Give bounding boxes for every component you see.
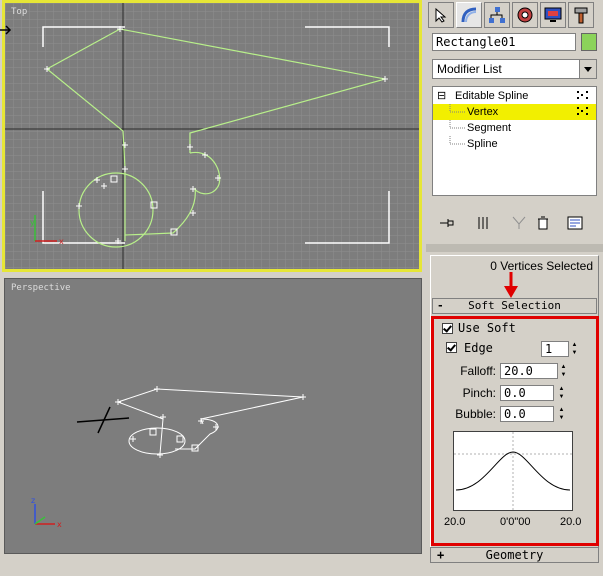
chevron-down-icon[interactable] [579,60,596,78]
viewport-perspective[interactable]: z x Perspective [4,278,422,554]
svg-text:x: x [59,237,64,246]
pinch-spinner[interactable]: ▲ ▼ [557,385,566,401]
falloff-field[interactable]: 20.0 [500,363,558,379]
tab-hierarchy[interactable] [484,2,510,28]
make-unique-button[interactable] [508,212,530,234]
spinner-down-icon[interactable]: ▼ [559,371,568,379]
viewport-label-perspective[interactable]: Perspective [11,283,71,293]
tree-branch-icon [449,136,465,145]
stack-item-vertex[interactable]: Vertex [433,104,596,120]
stack-item-editable-spline[interactable]: ⊟ Editable Spline [433,88,596,104]
subobject-dots-icon [577,91,588,99]
modifier-list-label: Modifier List [437,62,502,76]
pinch-label: Pinch: [462,386,496,400]
remove-modifier-button[interactable] [532,212,554,234]
top-viewport-canvas[interactable]: y x [5,3,419,269]
stack-item-segment[interactable]: Segment [433,120,596,136]
stack-item-label: Segment [467,122,512,134]
spinner-down-icon[interactable]: ▼ [557,414,566,422]
motion-wheel-icon [517,7,533,23]
spinner-up-icon[interactable]: ▲ [557,406,566,414]
object-color-swatch[interactable] [581,33,597,51]
collapse-rollout-icon[interactable]: - [437,299,444,313]
configure-modifier-sets-button[interactable] [564,212,586,234]
svg-text:z: z [31,496,35,505]
expand-rollout-icon[interactable]: + [437,548,444,562]
curve-right-label: 20.0 [560,516,582,528]
bubble-field[interactable]: 0.0 [500,406,554,422]
curve-center-label: 0'0"00 [500,516,531,528]
stack-item-label: Spline [467,138,498,150]
viewport-label-top[interactable]: Top [11,7,27,17]
modify-arc-icon [461,7,477,23]
use-soft-checkbox[interactable] [442,323,453,334]
pin-stack-button[interactable] [436,212,458,234]
show-end-result-button[interactable] [472,212,494,234]
object-name-field[interactable]: Rectangle01 [432,33,576,51]
perspective-viewport-canvas[interactable]: z x [5,279,421,553]
stack-item-spline[interactable]: Spline [433,136,596,152]
tree-branch-icon [449,104,465,113]
panel-divider [426,244,603,252]
tree-branch-icon [449,120,465,129]
end-result-icon [478,217,488,229]
falloff-label: Falloff: [460,364,496,378]
modifier-list-dropdown[interactable]: Modifier List [432,59,597,79]
geometry-rollout-header[interactable]: + Geometry [430,547,599,563]
stack-toolbar [432,212,597,234]
soft-selection-title: Soft Selection [468,299,561,312]
soft-selection-rollout-header[interactable]: - Soft Selection [432,298,597,314]
display-monitor-icon [544,7,562,22]
pinch-field[interactable]: 0.0 [500,385,554,401]
modifier-stack: ⊟ Editable Spline Vertex Segment Spline [432,86,597,196]
selection-status-text: 0 Vertices Selected [490,259,593,273]
utilities-hammer-icon [574,7,588,24]
command-panel: Rectangle01 Modifier List ⊟ Editable Spl… [426,0,603,576]
stack-item-label: Vertex [467,106,499,118]
edge-checkbox[interactable] [446,342,457,353]
tab-modify[interactable] [456,2,482,28]
bubble-spinner[interactable]: ▲ ▼ [557,406,566,422]
svg-text:x: x [57,520,62,529]
make-unique-icon [512,216,526,229]
geometry-title: Geometry [485,548,544,562]
edge-distance-field[interactable]: 1 [541,341,569,357]
collapse-box-icon[interactable]: ⊟ [437,88,446,104]
configure-sets-icon [567,216,583,230]
spinner-down-icon[interactable]: ▼ [557,393,566,401]
spinner-down-icon[interactable]: ▼ [570,349,579,357]
falloff-curve [454,432,572,510]
tab-motion[interactable] [512,2,538,28]
edge-distance-spinner[interactable]: ▲ ▼ [570,341,579,357]
curve-left-label: 20.0 [444,516,466,528]
hierarchy-icon [489,7,505,23]
edge-label: Edge [464,341,493,355]
pointer-cursor-icon [0,24,14,38]
use-soft-label: Use Soft [458,321,516,335]
command-panel-tabs [426,2,603,28]
viewport-top[interactable]: y x Top [2,0,422,272]
tab-utilities[interactable] [568,2,594,28]
pin-icon [440,219,454,227]
tab-display[interactable] [540,2,566,28]
subobject-dots-icon [577,107,588,115]
bubble-label: Bubble: [455,407,496,421]
spinner-up-icon[interactable]: ▲ [559,363,568,371]
stack-item-label: Editable Spline [455,90,529,102]
falloff-spinner[interactable]: ▲ ▼ [559,363,568,379]
trash-icon [538,216,548,230]
svg-text:y: y [30,218,35,227]
create-cursor-icon [435,7,447,23]
spinner-up-icon[interactable]: ▲ [570,341,579,349]
spinner-up-icon[interactable]: ▲ [557,385,566,393]
falloff-curve-graph [453,431,573,511]
tab-create[interactable] [428,2,454,28]
